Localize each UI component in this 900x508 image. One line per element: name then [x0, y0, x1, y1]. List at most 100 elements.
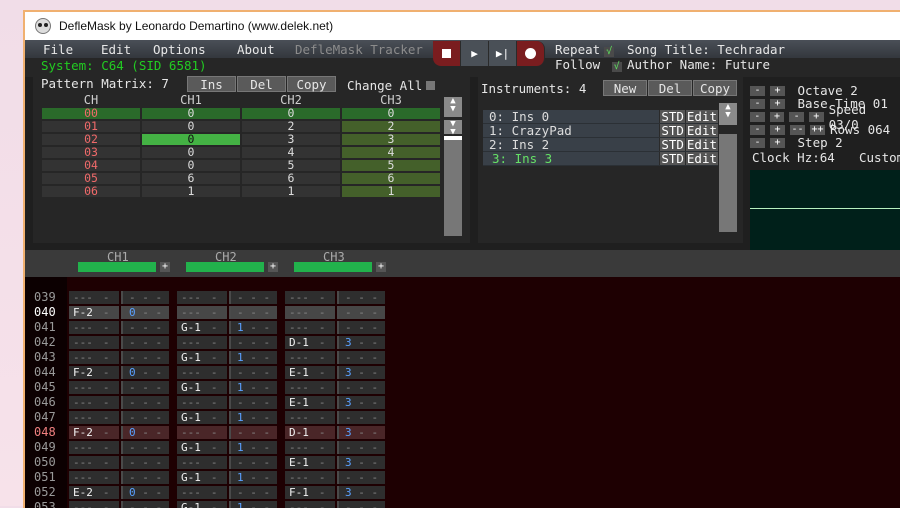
- note-cell[interactable]: G-1-: [177, 381, 227, 394]
- matrix-cell[interactable]: 0: [142, 133, 240, 145]
- rows-plus-button[interactable]: +: [770, 124, 785, 135]
- stop-button[interactable]: [433, 41, 461, 66]
- ch3-expand-button[interactable]: +: [376, 262, 386, 272]
- note-cell[interactable]: --- -: [69, 441, 119, 454]
- instrument-effect-cell[interactable]: 3 - -: [337, 486, 385, 499]
- note-cell[interactable]: G-1-: [177, 321, 227, 334]
- instrument-edit-button[interactable]: Edit: [684, 124, 718, 137]
- step-button[interactable]: ▶|: [489, 41, 517, 66]
- instrument-effect-cell[interactable]: 0 - -: [121, 426, 169, 439]
- octave-minus-button[interactable]: -: [750, 85, 765, 96]
- pattern-row[interactable]: 047 --- - - - - G-1-1 - - --- - - - -: [25, 411, 385, 426]
- note-cell[interactable]: --- -: [285, 291, 335, 304]
- pattern-row[interactable]: 050 --- - - - - --- - - - - E-1-3 - -: [25, 456, 385, 471]
- step-minus-button[interactable]: -: [750, 137, 765, 148]
- instrument-type-button[interactable]: STD: [659, 124, 685, 137]
- base-time-minus-button[interactable]: -: [750, 98, 765, 109]
- matrix-cell[interactable]: 0: [142, 120, 240, 132]
- instrument-effect-cell[interactable]: 1 - -: [229, 321, 277, 334]
- instrument-effect-cell[interactable]: - - -: [337, 501, 385, 508]
- matrix-cell[interactable]: 1: [142, 185, 240, 197]
- note-cell[interactable]: --- -: [285, 306, 335, 319]
- instrument-effect-cell[interactable]: 1 - -: [229, 501, 277, 508]
- speed2-minus-button[interactable]: -: [789, 111, 804, 122]
- pattern-row[interactable]: 044 F-2-0 - - --- - - - - E-1-3 - -: [25, 366, 385, 381]
- instrument-effect-cell[interactable]: - - -: [229, 366, 277, 379]
- pattern-row[interactable]: 049 --- - - - - G-1-1 - - --- - - - -: [25, 441, 385, 456]
- instrument-effect-cell[interactable]: - - -: [121, 336, 169, 349]
- instrument-effect-cell[interactable]: 0 - -: [121, 366, 169, 379]
- note-cell[interactable]: F-2-: [69, 366, 119, 379]
- instrument-effect-cell[interactable]: - - -: [121, 411, 169, 424]
- play-button[interactable]: ▶: [461, 41, 489, 66]
- note-cell[interactable]: F-2-: [69, 306, 119, 319]
- matrix-cell[interactable]: 4: [342, 146, 440, 158]
- pm-copy-button[interactable]: Copy: [287, 76, 336, 92]
- matrix-cell[interactable]: 3: [342, 133, 440, 145]
- menu-about[interactable]: About: [221, 42, 275, 57]
- matrix-cell[interactable]: 5: [342, 159, 440, 171]
- note-cell[interactable]: E-1-: [285, 396, 335, 409]
- note-cell[interactable]: --- -: [177, 291, 227, 304]
- matrix-cell[interactable]: 1: [342, 185, 440, 197]
- note-cell[interactable]: G-1-: [177, 501, 227, 508]
- instrument-effect-cell[interactable]: 3 - -: [337, 336, 385, 349]
- instrument-effect-cell[interactable]: 0 - -: [121, 486, 169, 499]
- instrument-item[interactable]: 0: Ins 0 STD Edit: [483, 110, 718, 124]
- instrument-effect-cell[interactable]: - - -: [229, 291, 277, 304]
- instrument-type-button[interactable]: STD: [659, 138, 685, 151]
- note-cell[interactable]: --- -: [285, 351, 335, 364]
- speed1-plus-button[interactable]: +: [769, 111, 785, 122]
- note-cell[interactable]: --- -: [69, 471, 119, 484]
- note-cell[interactable]: --- -: [69, 411, 119, 424]
- change-all-toggle[interactable]: Change All: [347, 78, 436, 93]
- matrix-cell[interactable]: 0: [142, 146, 240, 158]
- matrix-cell[interactable]: 3: [242, 133, 340, 145]
- instrument-effect-cell[interactable]: - - -: [337, 471, 385, 484]
- pattern-row[interactable]: 046 --- - - - - --- - - - - E-1-3 - -: [25, 396, 385, 411]
- matrix-cell[interactable]: 6: [142, 172, 240, 184]
- note-cell[interactable]: D-1-: [285, 336, 335, 349]
- ins-new-button[interactable]: New: [603, 80, 647, 96]
- ch1-expand-button[interactable]: +: [160, 262, 170, 272]
- instrument-effect-cell[interactable]: 0 - -: [121, 306, 169, 319]
- instrument-effect-cell[interactable]: - - -: [121, 321, 169, 334]
- note-cell[interactable]: --- -: [69, 456, 119, 469]
- instrument-effect-cell[interactable]: - - -: [229, 396, 277, 409]
- note-cell[interactable]: --- -: [69, 351, 119, 364]
- note-cell[interactable]: --- -: [177, 426, 227, 439]
- instrument-item[interactable]: 3: Ins 3 STD Edit: [483, 152, 718, 166]
- instrument-effect-cell[interactable]: 1 - -: [229, 411, 277, 424]
- instrument-effect-cell[interactable]: 3 - -: [337, 426, 385, 439]
- ins-del-button[interactable]: Del: [648, 80, 692, 96]
- note-cell[interactable]: G-1-: [177, 351, 227, 364]
- instrument-effect-cell[interactable]: 1 - -: [229, 441, 277, 454]
- note-cell[interactable]: G-1-: [177, 441, 227, 454]
- pattern-row[interactable]: 041 --- - - - - G-1-1 - - --- - - - -: [25, 321, 385, 336]
- instrument-effect-cell[interactable]: - - -: [337, 351, 385, 364]
- matrix-cell[interactable]: 0: [242, 107, 340, 119]
- instrument-item[interactable]: 2: Ins 2 STD Edit: [483, 138, 718, 152]
- note-cell[interactable]: E-1-: [285, 366, 335, 379]
- instrument-effect-cell[interactable]: - - -: [121, 381, 169, 394]
- pattern-row[interactable]: 040 F-2-0 - - --- - - - - --- - - - -: [25, 306, 385, 321]
- note-cell[interactable]: --- -: [285, 321, 335, 334]
- instrument-name[interactable]: 3: Ins 3: [483, 152, 659, 165]
- matrix-cell[interactable]: 0: [142, 159, 240, 171]
- instrument-effect-cell[interactable]: - - -: [337, 321, 385, 334]
- instrument-effect-cell[interactable]: - - -: [121, 441, 169, 454]
- instrument-effect-cell[interactable]: - - -: [121, 501, 169, 508]
- pattern-row[interactable]: 039 --- - - - - --- - - - - --- - - - -: [25, 291, 385, 306]
- note-cell[interactable]: E-1-: [285, 456, 335, 469]
- follow-checkbox[interactable]: √: [611, 62, 622, 72]
- instrument-edit-button[interactable]: Edit: [684, 152, 718, 165]
- note-cell[interactable]: --- -: [69, 381, 119, 394]
- note-cell[interactable]: --- -: [69, 396, 119, 409]
- pm-del-button[interactable]: Del: [237, 76, 286, 92]
- instrument-name[interactable]: 2: Ins 2: [483, 138, 659, 151]
- note-cell[interactable]: --- -: [285, 411, 335, 424]
- instrument-type-button[interactable]: STD: [659, 152, 685, 165]
- custom-clock[interactable]: Custom: [859, 150, 900, 165]
- note-cell[interactable]: --- -: [285, 501, 335, 508]
- speed2-plus-button[interactable]: +: [808, 111, 824, 122]
